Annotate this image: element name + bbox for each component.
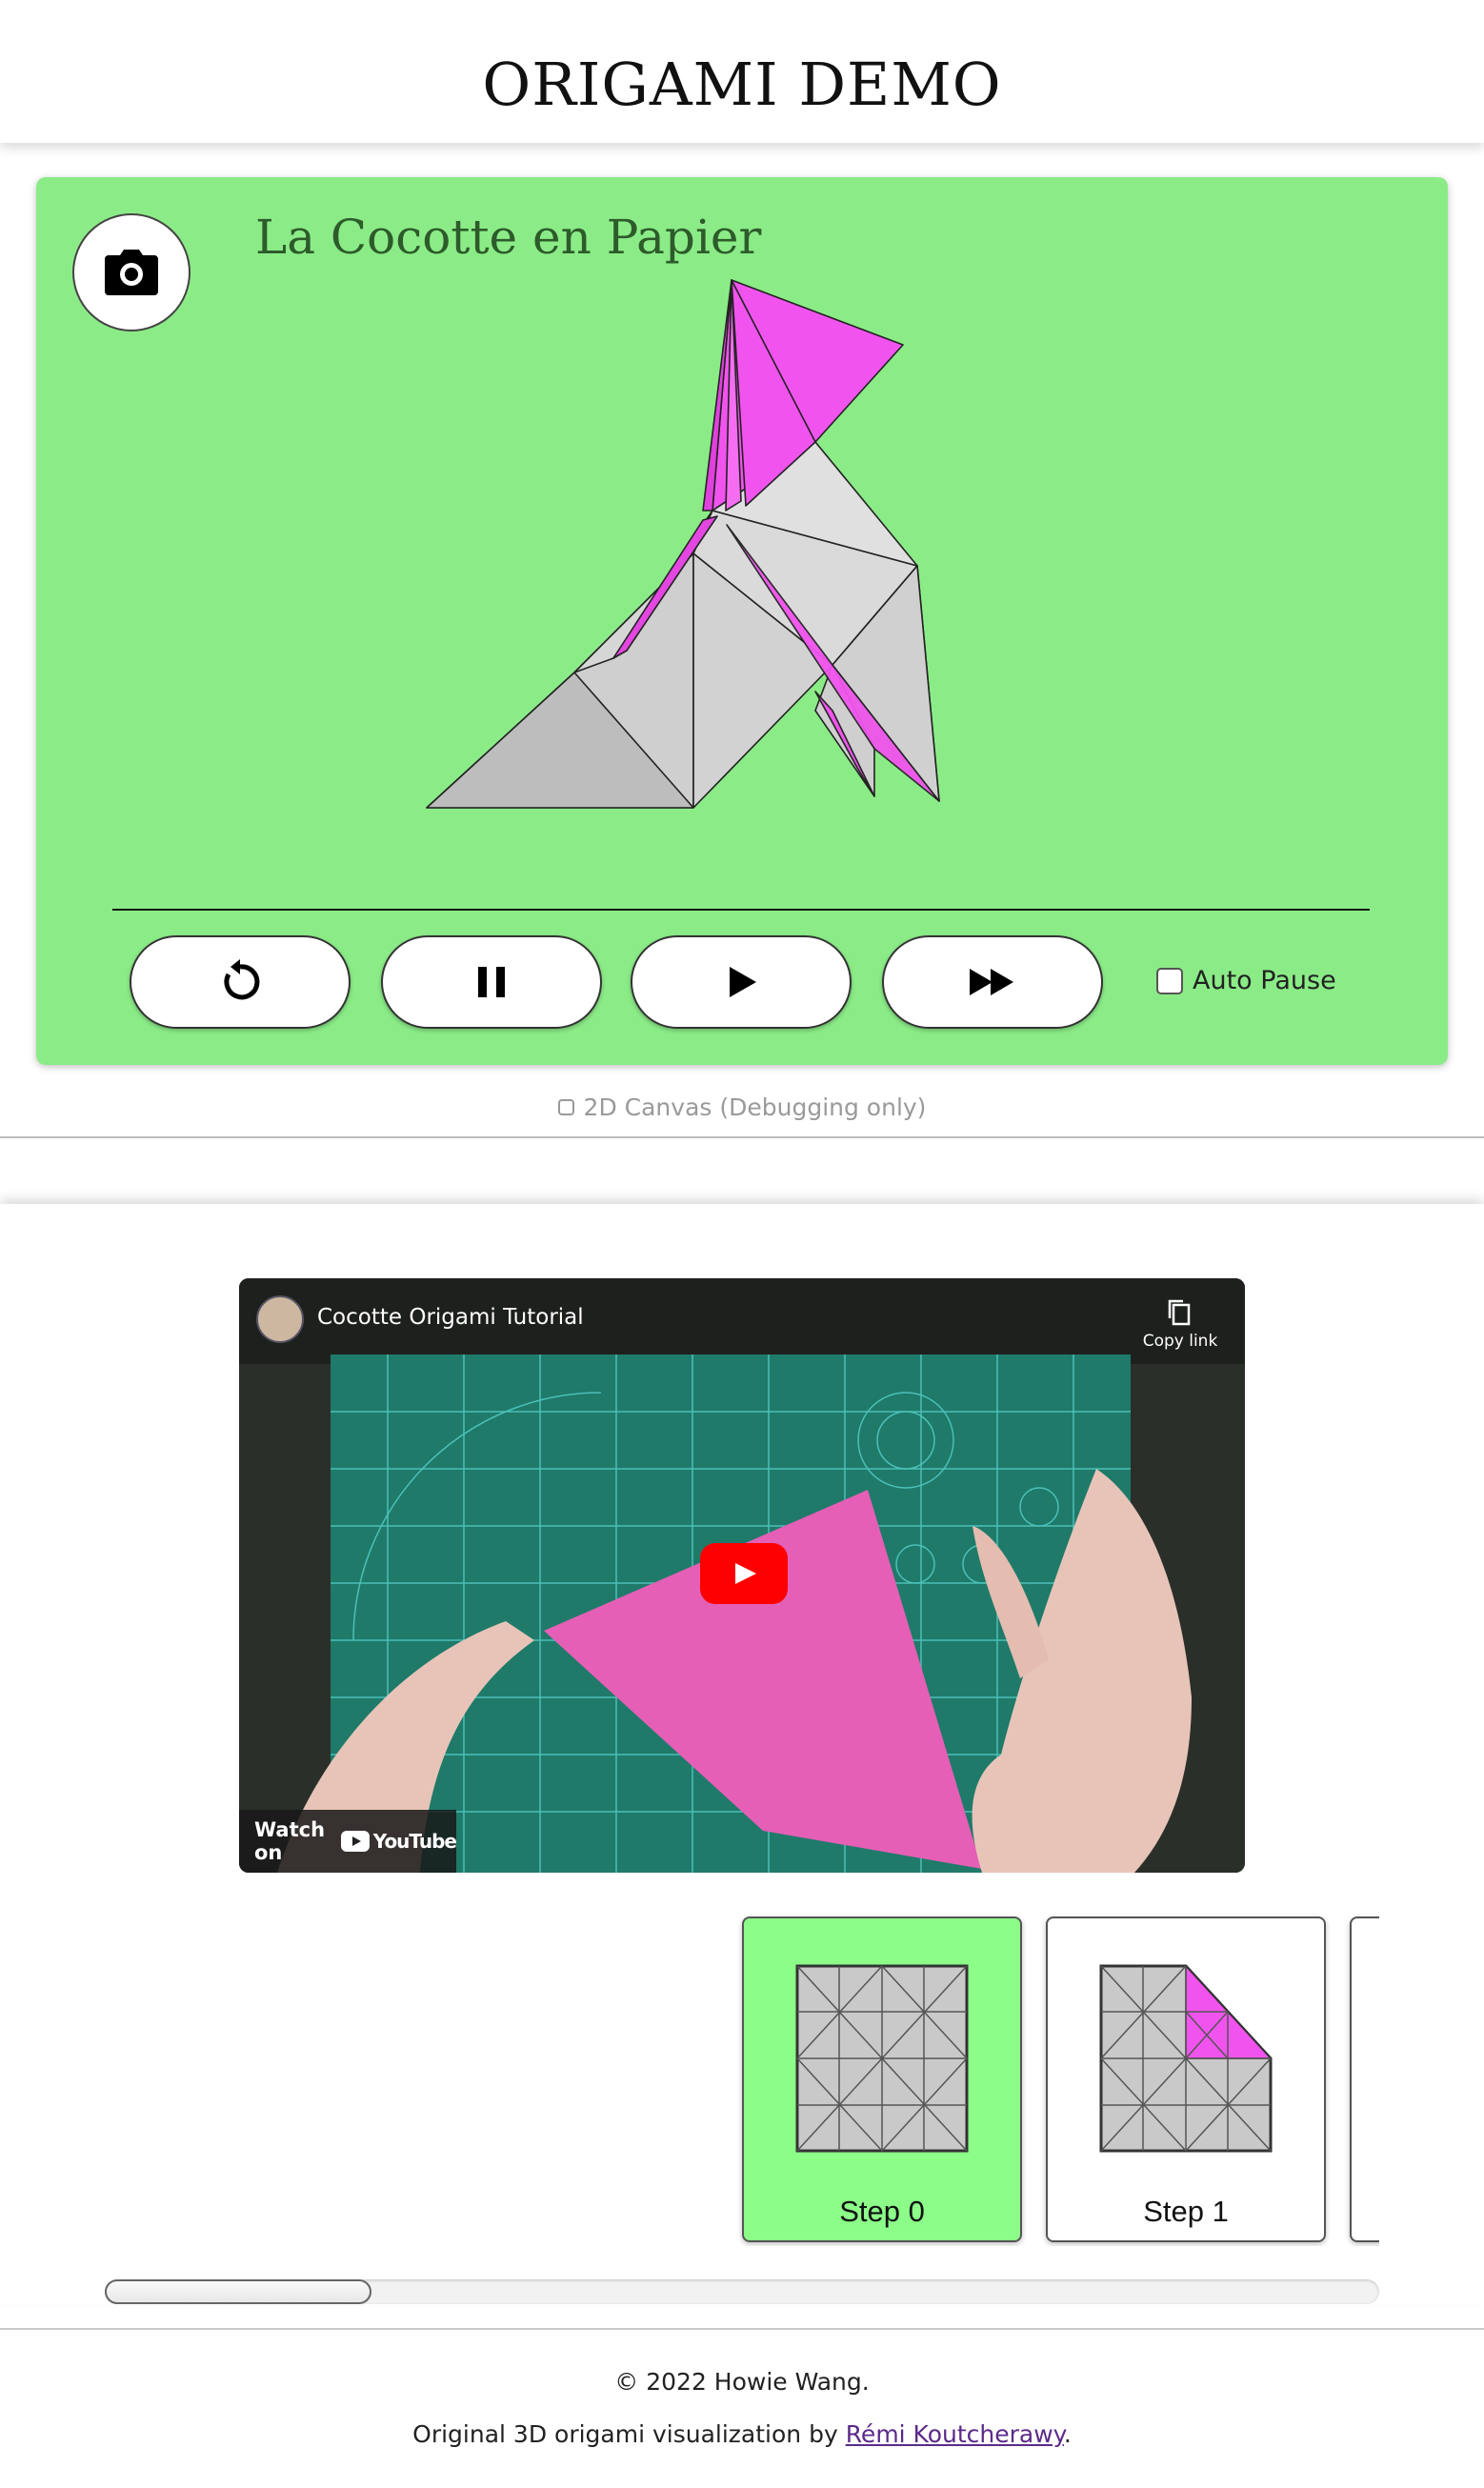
auto-pause-checkbox[interactable]	[1156, 967, 1183, 994]
auto-pause-toggle[interactable]: Auto Pause	[1156, 966, 1336, 995]
restart-icon	[224, 959, 260, 1000]
youtube-logo-icon	[340, 1831, 370, 1852]
watch-on-label: Watch on	[254, 1818, 326, 1864]
credit-prefix: Original 3D origami visualization by	[412, 2420, 846, 2448]
copyright-text: © 2022 Howie Wang.	[614, 2368, 870, 2396]
step-0-diagram	[795, 1964, 969, 2153]
credit-suffix: .	[1063, 2420, 1072, 2448]
pause-icon	[478, 967, 505, 997]
copy-icon	[1168, 1299, 1191, 1326]
step-card-2[interactable]	[1350, 1916, 1379, 2242]
restart-button[interactable]	[130, 935, 351, 1029]
origami-model-3d[interactable]	[36, 177, 1448, 901]
youtube-play-icon	[735, 1563, 756, 1584]
fast-forward-icon	[970, 969, 1013, 995]
page-title: ORIGAMI DEMO	[482, 50, 1002, 119]
copy-link-button[interactable]: Copy link	[1142, 1299, 1218, 1351]
debug-canvas-toggle[interactable]: 2D Canvas (Debugging only)	[0, 1094, 1484, 1121]
credit-text: Original 3D origami visualization by Rém…	[0, 2420, 1484, 2448]
credit-link[interactable]: Rémi Koutcherawy	[846, 2420, 1064, 2448]
watch-on-youtube-link[interactable]: Watch on YouTube	[239, 1810, 457, 1873]
step-1-diagram	[1099, 1964, 1273, 2153]
youtube-logo: YouTube	[340, 1830, 457, 1853]
animation-progress-line[interactable]	[112, 909, 1370, 911]
origami-viewer[interactable]: La Cocotte en Papier Auto Pause	[36, 177, 1448, 1065]
step-label: Step 0	[839, 2195, 925, 2228]
copy-link-label: Copy link	[1142, 1332, 1218, 1351]
youtube-label: YouTube	[372, 1830, 457, 1853]
play-icon	[730, 967, 756, 997]
channel-avatar[interactable]	[256, 1295, 304, 1343]
pause-button[interactable]	[381, 935, 602, 1029]
video-title[interactable]: Cocotte Origami Tutorial	[317, 1305, 584, 1330]
debug-canvas-label: 2D Canvas (Debugging only)	[583, 1094, 927, 1121]
youtube-embed[interactable]: Cocotte Origami Tutorial Copy link Watch…	[239, 1278, 1245, 1873]
fast-forward-button[interactable]	[882, 935, 1103, 1029]
play-button[interactable]	[631, 935, 852, 1029]
step-label: Step 1	[1143, 2195, 1229, 2228]
divider	[0, 1136, 1484, 1138]
page-footer: © 2022 Howie Wang. Original 3D origami v…	[0, 2328, 1484, 2488]
debug-canvas-checkbox[interactable]	[557, 1099, 574, 1115]
step-card-1[interactable]: Step 1	[1046, 1916, 1326, 2242]
step-card-0[interactable]: Step 0	[742, 1916, 1022, 2242]
step-carousel[interactable]: Step 0 Step 1	[0, 1913, 1379, 2246]
page-header: ORIGAMI DEMO	[0, 0, 1484, 143]
video-play-button[interactable]	[700, 1543, 788, 1604]
scrollbar-thumb[interactable]	[105, 2279, 371, 2304]
auto-pause-label: Auto Pause	[1193, 966, 1336, 995]
